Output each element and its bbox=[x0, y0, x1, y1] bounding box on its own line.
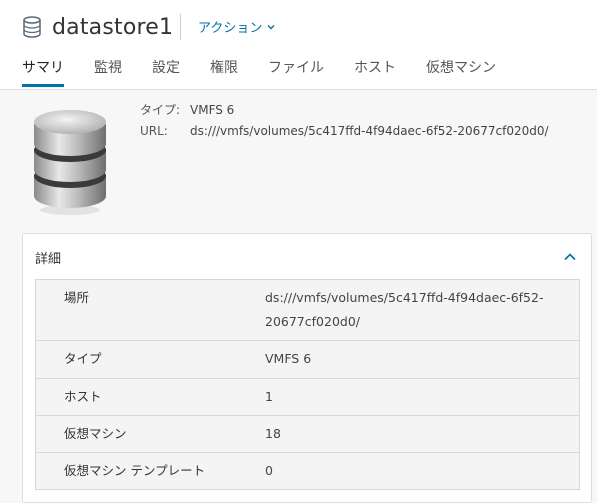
tab-files[interactable]: ファイル bbox=[268, 56, 324, 90]
actions-label: アクション bbox=[198, 21, 263, 36]
page-title: datastore1 bbox=[52, 14, 174, 40]
details-table: 場所 ds:///vmfs/volumes/5c417ffd-4f94daec-… bbox=[35, 279, 580, 490]
details-row-label: 仮想マシン bbox=[64, 426, 127, 441]
details-card-title: 詳細 bbox=[35, 252, 62, 267]
details-row-value: 18 bbox=[265, 426, 281, 441]
actions-menu-button[interactable]: アクション bbox=[198, 17, 275, 36]
tab-configure[interactable]: 設定 bbox=[152, 56, 180, 90]
type-value: VMFS 6 bbox=[190, 103, 235, 117]
tab-hosts[interactable]: ホスト bbox=[354, 56, 396, 90]
tab-vms[interactable]: 仮想マシン bbox=[426, 56, 496, 90]
details-row-vm-templates: 仮想マシン テンプレート 0 bbox=[36, 453, 579, 489]
summary-values: VMFS 6 ds:///vmfs/volumes/5c417ffd-4f94d… bbox=[190, 100, 549, 142]
url-label: URL: bbox=[140, 124, 168, 138]
datastore-illustration-icon bbox=[34, 110, 106, 215]
datastore-icon bbox=[23, 16, 41, 38]
details-row-hosts: ホスト 1 bbox=[36, 379, 579, 416]
url-value: ds:///vmfs/volumes/5c417ffd-4f94daec-6f5… bbox=[190, 124, 549, 138]
chevron-down-icon bbox=[267, 24, 275, 29]
object-header: datastore1 アクション サマリ 監視 設定 権限 ファイル ホスト 仮… bbox=[0, 0, 597, 90]
tab-summary[interactable]: サマリ bbox=[22, 56, 64, 90]
details-row-value: 0 bbox=[265, 463, 273, 478]
details-row-value: ds:///vmfs/volumes/5c417ffd-4f94daec-6f5… bbox=[265, 290, 544, 329]
details-row-type: タイプ VMFS 6 bbox=[36, 341, 579, 379]
header-divider-line bbox=[0, 89, 597, 90]
details-row-label: ホスト bbox=[64, 389, 102, 404]
title-row: datastore1 bbox=[22, 12, 173, 42]
details-row-label: 場所 bbox=[64, 290, 90, 305]
details-row-label: 仮想マシン テンプレート bbox=[64, 463, 206, 478]
type-label: タイプ: bbox=[140, 103, 181, 117]
details-row-location: 場所 ds:///vmfs/volumes/5c417ffd-4f94daec-… bbox=[36, 280, 579, 341]
tab-monitor[interactable]: 監視 bbox=[94, 56, 122, 90]
tab-bar: サマリ 監視 設定 権限 ファイル ホスト 仮想マシン bbox=[22, 56, 526, 90]
details-card: 詳細 場所 ds:///vmfs/volumes/5c417ffd-4f94da… bbox=[22, 233, 592, 503]
details-row-value: 1 bbox=[265, 389, 273, 404]
header-divider bbox=[180, 14, 181, 40]
chevron-up-icon[interactable] bbox=[563, 250, 577, 264]
details-row-label: タイプ bbox=[64, 351, 102, 366]
details-row-value: VMFS 6 bbox=[265, 351, 312, 366]
tab-permissions[interactable]: 権限 bbox=[210, 56, 238, 90]
details-row-vms: 仮想マシン 18 bbox=[36, 416, 579, 453]
summary-labels: タイプ: URL: bbox=[140, 100, 180, 142]
